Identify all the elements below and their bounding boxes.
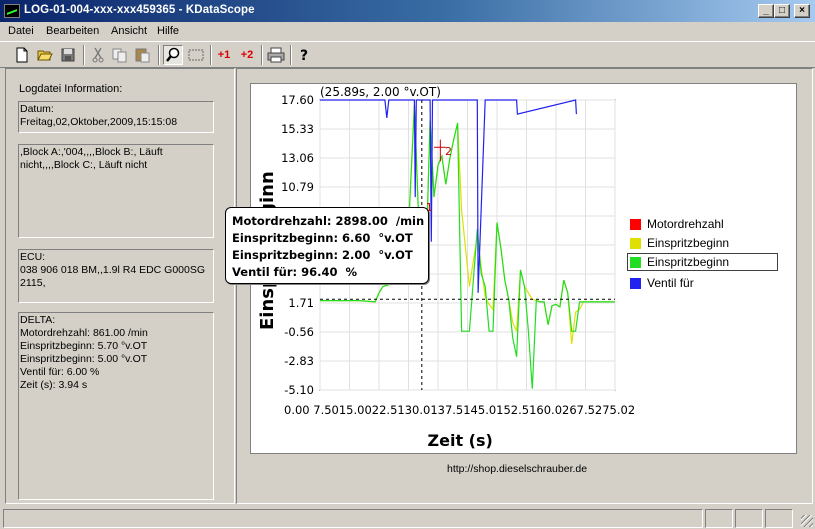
- toolbar-separator: [158, 45, 160, 65]
- tooltip-line-2: Einspritzbeginn: 6.60 °v.OT: [232, 231, 413, 245]
- title-bar[interactable]: LOG-01-004-xxx-xxx459365 - KDataScope _ …: [0, 0, 815, 22]
- cut-icon[interactable]: [88, 45, 108, 65]
- status-pane: [735, 509, 763, 528]
- legend-swatch: [630, 218, 641, 230]
- help-icon[interactable]: ?: [295, 45, 315, 65]
- legend-swatch: [630, 256, 641, 268]
- svg-text:?: ?: [300, 48, 308, 63]
- log-info-title: Logdatei Information:: [19, 83, 123, 95]
- toolbar-separator: [210, 45, 212, 65]
- close-button[interactable]: ×: [794, 4, 810, 18]
- app-icon: [4, 4, 20, 18]
- status-pane: [765, 509, 793, 528]
- tooltip-line-3: Einspritzbeginn: 2.00 °v.OT: [232, 248, 413, 262]
- print-icon[interactable]: [266, 45, 286, 65]
- status-bar: [0, 506, 815, 529]
- window-title: LOG-01-004-xxx-xxx459365 - KDataScope: [24, 4, 255, 16]
- select-rect-icon[interactable]: [186, 45, 206, 65]
- toolbar-separator: [261, 45, 263, 65]
- toolbar-separator: [83, 45, 85, 65]
- toolbar: +1 +2 ?: [0, 41, 815, 68]
- delta-box: DELTA: Motordrehzahl: 861.00 /min Einspr…: [18, 312, 214, 500]
- legend-label: Motordrehzahl: [647, 217, 724, 231]
- ecu-box: ECU: 038 906 018 BM,,1.9l R4 EDC G000SG …: [18, 249, 214, 303]
- menu-bearbeiten[interactable]: Bearbeiten: [46, 25, 99, 37]
- maximize-button[interactable]: □: [774, 4, 790, 18]
- cursor1-label: +1: [217, 49, 231, 61]
- chart-legend: Motordrehzahl Einspritzbeginn Einspritzb…: [615, 83, 797, 454]
- resize-grip[interactable]: [801, 515, 813, 527]
- save-icon[interactable]: [58, 45, 78, 65]
- paste-icon[interactable]: [133, 45, 153, 65]
- legend-item-ventil[interactable]: Ventil für: [628, 274, 780, 292]
- legend-label: Einspritzbeginn: [647, 236, 730, 250]
- toolbar-separator: [290, 45, 292, 65]
- app-window: LOG-01-004-xxx-xxx459365 - KDataScope _ …: [0, 0, 815, 529]
- legend-label: Einspritzbeginn: [647, 255, 730, 269]
- open-folder-icon[interactable]: [35, 45, 55, 65]
- zoom-icon[interactable]: [163, 45, 183, 65]
- datum-box: Datum: Freitag,02,Oktober,2009,15:15:08: [18, 101, 214, 133]
- menu-bar: Datei Bearbeiten Ansicht Hilfe: [0, 22, 815, 40]
- tooltip-line-1: Motordrehzahl: 2898.00 /min: [232, 214, 425, 228]
- footer-url[interactable]: http://shop.dieselschrauber.de: [447, 463, 587, 475]
- cursor1-icon[interactable]: +1: [214, 45, 234, 65]
- legend-swatch: [630, 277, 641, 289]
- legend-item-einspritzbeginn-2[interactable]: Einspritzbeginn: [627, 253, 778, 271]
- data-tooltip: Motordrehzahl: 2898.00 /min Einspritzbeg…: [225, 207, 429, 284]
- legend-swatch: [630, 237, 641, 249]
- legend-item-einspritzbeginn-1[interactable]: Einspritzbeginn: [628, 234, 780, 252]
- copy-icon[interactable]: [110, 45, 130, 65]
- menu-hilfe[interactable]: Hilfe: [157, 25, 179, 37]
- legend-label: Ventil für: [647, 276, 694, 290]
- menu-datei[interactable]: Datei: [8, 25, 34, 37]
- blocks-box: ,Block A:,'004,,,,Block B:, Läuft nicht,…: [18, 144, 214, 238]
- legend-item-motordrehzahl[interactable]: Motordrehzahl: [628, 215, 780, 233]
- tooltip-line-4: Ventil für: 96.40 %: [232, 265, 358, 279]
- menu-ansicht[interactable]: Ansicht: [111, 25, 147, 37]
- cursor2-icon[interactable]: +2: [237, 45, 257, 65]
- log-info-panel: Logdatei Information: Datum: Freitag,02,…: [5, 68, 235, 504]
- cursor2-label: +2: [240, 49, 254, 61]
- minimize-button[interactable]: _: [758, 4, 774, 18]
- status-pane: [705, 509, 733, 528]
- status-pane-main: [3, 509, 703, 528]
- new-file-icon[interactable]: [12, 45, 32, 65]
